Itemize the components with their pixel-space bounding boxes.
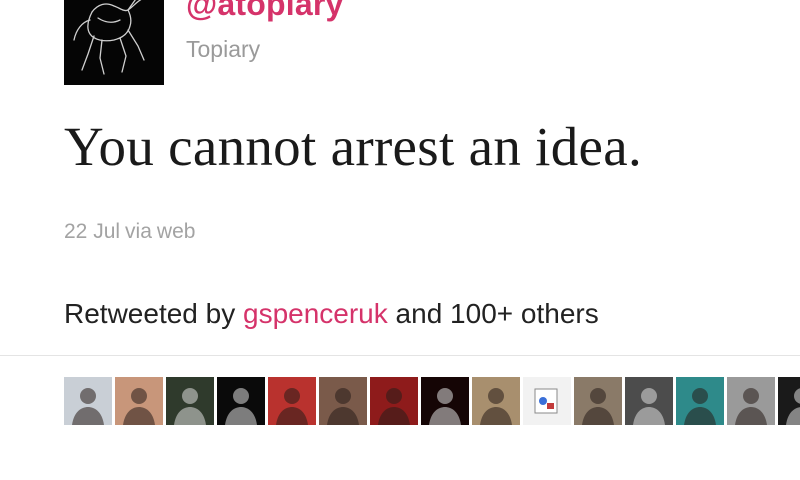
user-silhouette-icon <box>327 388 359 425</box>
retweeter-avatar-11[interactable] <box>574 377 622 425</box>
user-silhouette-icon <box>480 388 512 425</box>
retweeter-avatar-12[interactable] <box>625 377 673 425</box>
divider <box>0 355 800 356</box>
author-avatar[interactable] <box>64 0 164 85</box>
retweeter-avatar-13[interactable] <box>676 377 724 425</box>
user-silhouette-icon <box>429 388 461 425</box>
user-silhouette-icon <box>276 388 308 425</box>
retweeter-avatar-7[interactable] <box>370 377 418 425</box>
author-handle[interactable]: @atopiary <box>186 0 344 23</box>
tweet-meta: 22 Jul via web <box>64 220 200 244</box>
tweet-date[interactable]: 22 Jul <box>64 220 120 243</box>
retweeter-avatar-10[interactable] <box>523 377 571 425</box>
retweeter-link[interactable]: gspenceruk <box>243 298 388 329</box>
tweet-page: @atopiary Topiary You cannot arrest an i… <box>0 0 800 480</box>
user-silhouette-icon <box>534 388 558 414</box>
retweeter-avatars <box>64 377 800 425</box>
retweeter-avatar-14[interactable] <box>727 377 775 425</box>
tweet-source[interactable]: web <box>157 220 196 243</box>
retweeter-avatar-1[interactable] <box>64 377 112 425</box>
retweeted-by-line: Retweeted by gspenceruk and 100+ others <box>64 298 599 330</box>
retweeted-by-prefix: Retweeted by <box>64 298 236 329</box>
retweeter-avatar-3[interactable] <box>166 377 214 425</box>
retweeter-avatar-2[interactable] <box>115 377 163 425</box>
user-silhouette-icon <box>225 388 257 425</box>
retweeter-avatar-15[interactable] <box>778 377 800 425</box>
user-silhouette-icon <box>684 388 716 425</box>
retweeted-by-suffix: and 100+ others <box>395 298 599 329</box>
unicorn-icon <box>64 0 164 85</box>
user-silhouette-icon <box>174 388 206 425</box>
tweet-via-label: via <box>125 220 152 243</box>
user-silhouette-icon <box>378 388 410 425</box>
retweeter-avatar-4[interactable] <box>217 377 265 425</box>
user-silhouette-icon <box>582 388 614 425</box>
user-silhouette-icon <box>735 388 767 425</box>
tweet-text: You cannot arrest an idea. <box>64 116 643 177</box>
user-silhouette-icon <box>123 388 155 425</box>
retweeter-avatar-6[interactable] <box>319 377 367 425</box>
user-silhouette-icon <box>786 388 800 425</box>
retweeter-avatar-9[interactable] <box>472 377 520 425</box>
retweeter-avatar-8[interactable] <box>421 377 469 425</box>
user-silhouette-icon <box>72 388 104 425</box>
user-silhouette-icon <box>633 388 665 425</box>
author-display-name: Topiary <box>186 36 261 62</box>
retweeter-avatar-5[interactable] <box>268 377 316 425</box>
